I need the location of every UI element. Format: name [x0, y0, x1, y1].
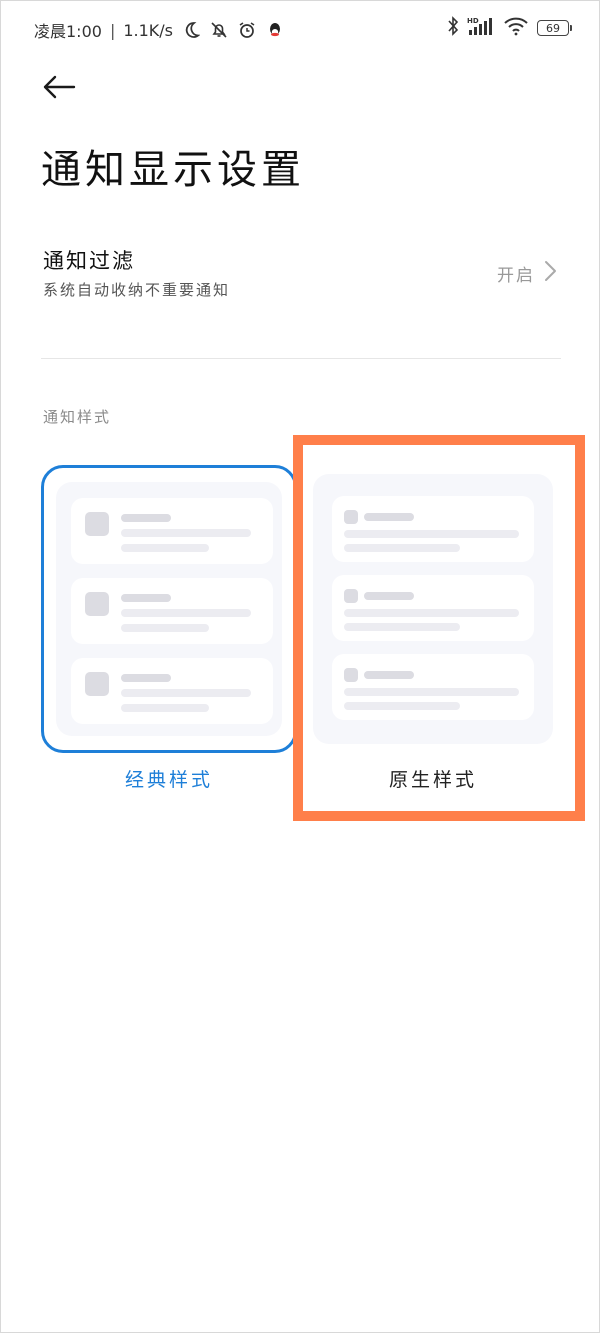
placeholder-icon: [85, 512, 109, 536]
arrow-left-icon: [43, 75, 76, 99]
placeholder-line: [121, 544, 209, 552]
battery-level: 69: [546, 21, 560, 35]
preview-notification: [332, 496, 534, 562]
bluetooth-icon: [447, 16, 459, 40]
placeholder-line: [344, 609, 519, 617]
placeholder-icon: [85, 592, 109, 616]
status-net-speed: 1.1K/s: [123, 20, 173, 40]
placeholder-line: [121, 594, 171, 602]
placeholder-line: [121, 704, 209, 712]
preview-notification: [332, 575, 534, 641]
hd-signal-icon: HD: [467, 16, 495, 40]
notification-filter-row[interactable]: 通知过滤 系统自动收纳不重要通知 开启: [41, 239, 561, 309]
placeholder-line: [121, 514, 171, 522]
classic-preview: [56, 482, 282, 736]
divider: [41, 358, 561, 359]
wifi-icon: [503, 16, 529, 40]
svg-text:HD: HD: [467, 17, 479, 25]
placeholder-line: [344, 688, 519, 696]
preview-notification: [71, 578, 273, 644]
page-title: 通知显示设置: [41, 147, 305, 193]
preview-notification: [71, 658, 273, 724]
status-bar: 凌晨1:00 | 1.1K/s HD 69: [1, 1, 599, 57]
placeholder-line: [344, 544, 460, 552]
classic-style-label[interactable]: 经典样式: [41, 765, 297, 792]
placeholder-line: [121, 624, 209, 632]
alarm-clock-icon: [237, 20, 257, 40]
filter-status-value: 开启: [497, 266, 535, 286]
status-right: HD 69: [447, 16, 572, 40]
battery-icon: 69: [537, 20, 572, 36]
status-separator: |: [109, 20, 116, 40]
placeholder-line: [344, 623, 460, 631]
placeholder-icon: [344, 668, 358, 682]
status-time: 凌晨1:00: [34, 22, 102, 41]
classic-style-card[interactable]: [41, 465, 297, 753]
placeholder-line: [121, 529, 251, 537]
placeholder-line: [344, 702, 460, 710]
placeholder-line: [364, 592, 414, 600]
placeholder-line: [121, 674, 171, 682]
preview-notification: [332, 654, 534, 720]
native-style-card[interactable]: [313, 474, 553, 744]
screen: 凌晨1:00 | 1.1K/s HD 69 通知显示设置 通知过滤 系统自动收纳…: [0, 0, 600, 1333]
bell-off-icon: [209, 20, 229, 40]
qq-icon: [265, 20, 285, 40]
native-style-label[interactable]: 原生样式: [313, 765, 553, 792]
status-left: 凌晨1:00 | 1.1K/s: [34, 18, 285, 42]
placeholder-line: [344, 530, 519, 538]
placeholder-icon: [85, 672, 109, 696]
chevron-right-icon: [545, 261, 556, 281]
moon-icon: [181, 20, 201, 40]
placeholder-line: [364, 513, 414, 521]
filter-title: 通知过滤: [43, 249, 135, 273]
placeholder-icon: [344, 510, 358, 524]
placeholder-line: [121, 609, 251, 617]
section-label-notification-style: 通知样式: [43, 408, 112, 426]
preview-notification: [71, 498, 273, 564]
placeholder-icon: [344, 589, 358, 603]
filter-subtitle: 系统自动收纳不重要通知: [43, 281, 231, 299]
back-button[interactable]: [39, 69, 79, 105]
placeholder-line: [364, 671, 414, 679]
placeholder-line: [121, 689, 251, 697]
